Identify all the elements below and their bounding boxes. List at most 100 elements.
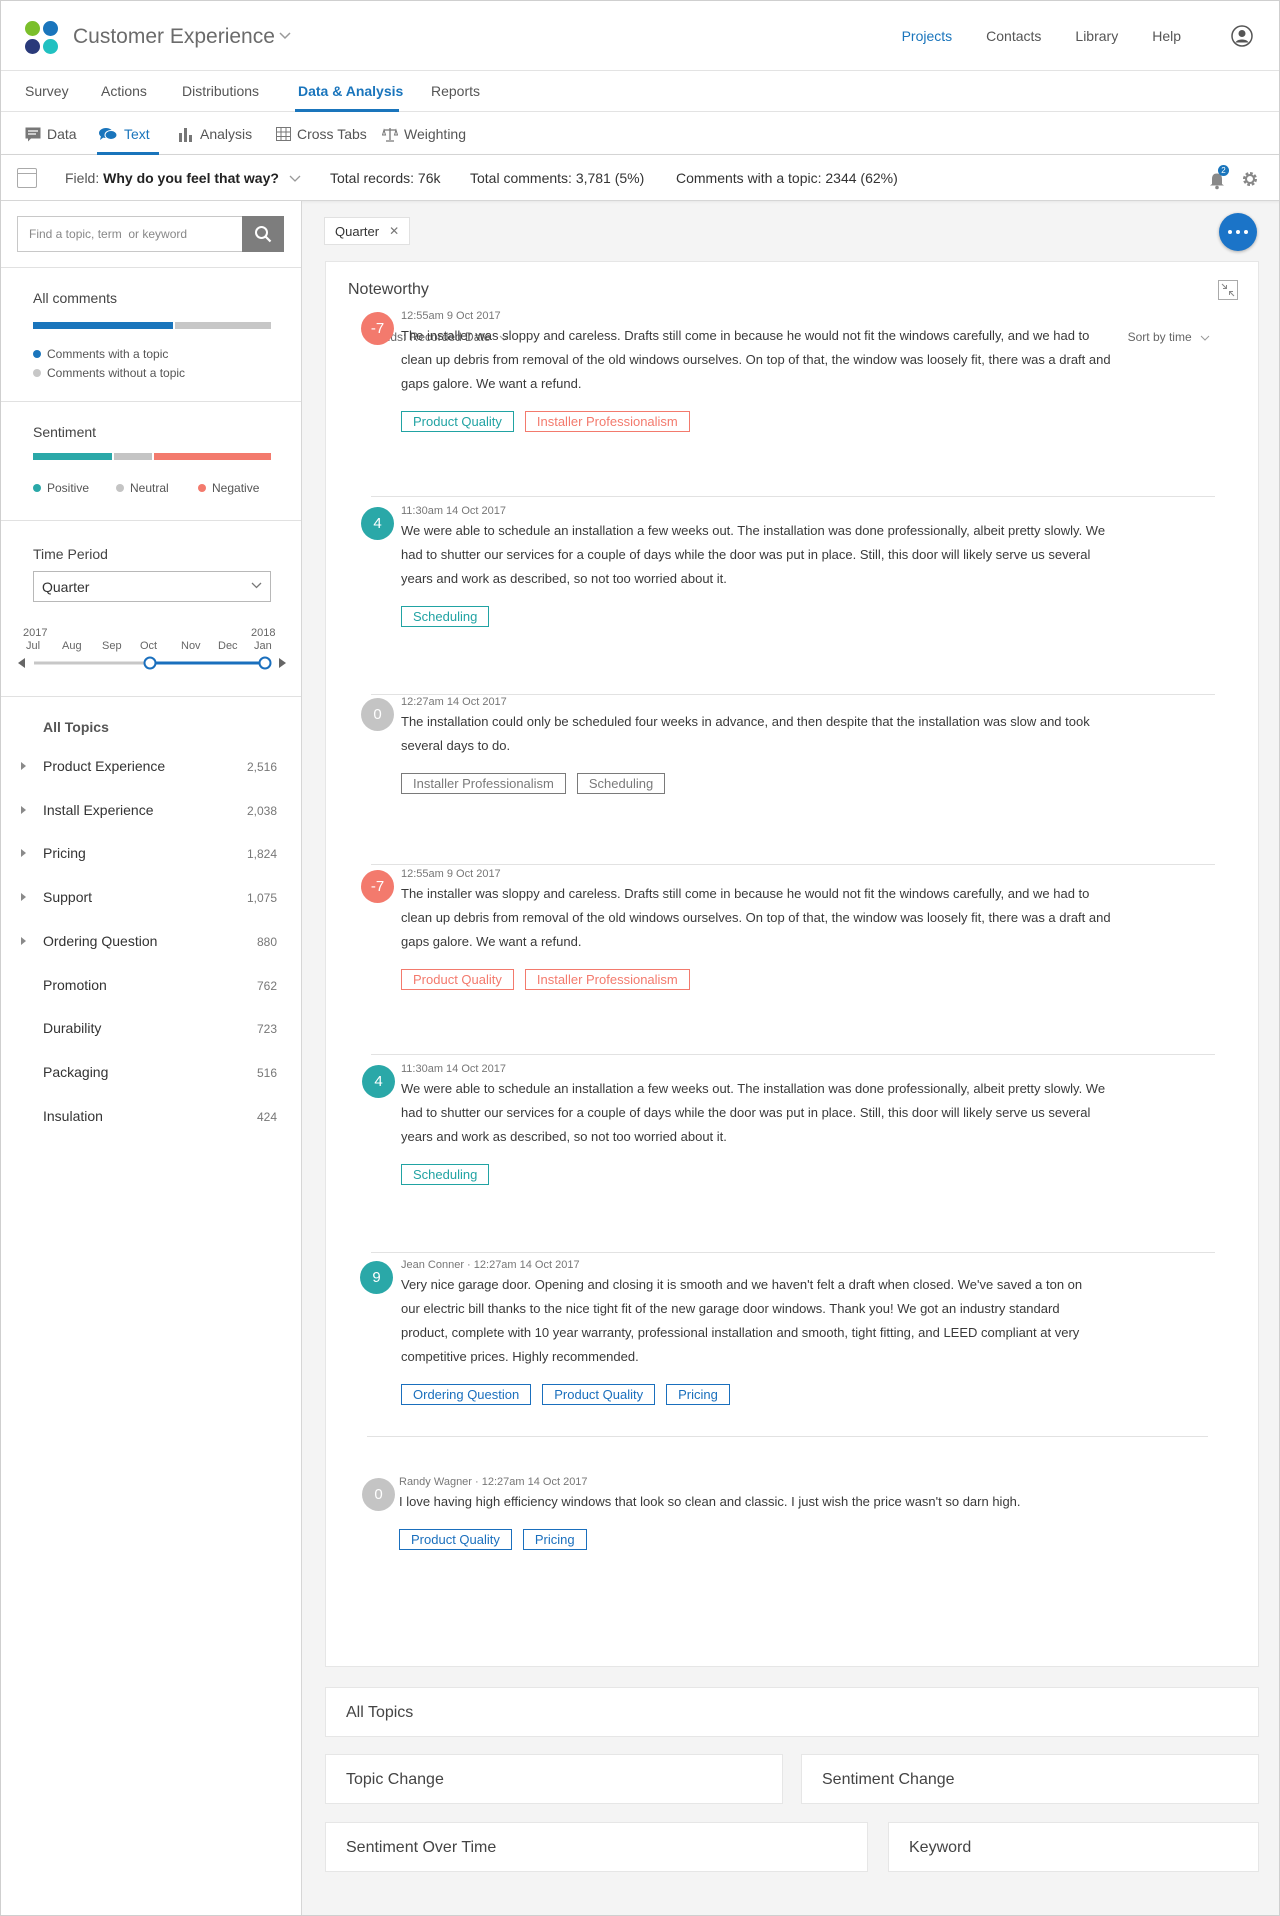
noteworthy-title: Noteworthy: [348, 281, 429, 298]
comment-divider: [371, 496, 1215, 497]
panel-toggle-icon[interactable]: [17, 168, 37, 188]
subtab-cross-tabs[interactable]: Cross Tabs: [276, 126, 367, 142]
topic-tag[interactable]: Scheduling: [401, 606, 490, 627]
nav-help[interactable]: Help: [1152, 28, 1181, 44]
sentiment-change-panel[interactable]: Sentiment Change: [801, 1754, 1259, 1804]
expand-arrow-icon[interactable]: [21, 936, 26, 945]
slider-end-handle[interactable]: [258, 656, 272, 670]
month-tick: Sep: [102, 640, 122, 652]
topic-tag[interactable]: Product Quality: [399, 1529, 512, 1550]
expand-arrow-icon[interactable]: [21, 805, 26, 814]
project-title[interactable]: Customer Experience: [73, 25, 275, 49]
search-button[interactable]: [242, 216, 284, 252]
scale-icon: [382, 127, 398, 142]
chevron-down-icon[interactable]: [279, 32, 291, 40]
topic-item[interactable]: Pricing 1,824: [1, 845, 301, 865]
topic-tag[interactable]: Installer Professionalism: [401, 773, 566, 794]
comment-text-line: had to shutter our services for a couple…: [401, 547, 1091, 562]
sentiment-title: Sentiment: [33, 424, 97, 440]
time-period-select[interactable]: Quarter: [33, 571, 271, 602]
comment-text: The installer was sloppy and careless. D…: [401, 882, 1201, 954]
sentiment-score-badge: -7: [361, 870, 394, 903]
topic-tags: Product Quality Pricing: [399, 1529, 587, 1550]
top-bar: Customer Experience Projects Contacts Li…: [1, 1, 1279, 71]
topic-tag[interactable]: Scheduling: [576, 773, 666, 794]
topic-tag[interactable]: Pricing: [522, 1529, 587, 1550]
close-icon[interactable]: ✕: [389, 224, 399, 238]
filter-chip[interactable]: Quarter ✕: [324, 217, 411, 245]
topic-tag[interactable]: Installer Professionalism: [524, 969, 690, 990]
slider-left-arrow-icon[interactable]: [18, 658, 25, 668]
search-input[interactable]: [18, 217, 243, 251]
topic-item[interactable]: Support 1,075: [1, 889, 301, 909]
app-logo-icon[interactable]: [25, 21, 59, 55]
expand-arrow-icon[interactable]: [21, 893, 26, 902]
more-options-button[interactable]: [1219, 213, 1257, 251]
topic-item[interactable]: Insulation 424: [1, 1108, 301, 1128]
topic-tag[interactable]: Product Quality: [401, 411, 514, 432]
subtab-analysis-label: Analysis: [200, 126, 253, 142]
topic-item[interactable]: Product Experience 2,516: [1, 758, 301, 778]
app-frame: Customer Experience Projects Contacts Li…: [0, 0, 1280, 1916]
subtab-text[interactable]: Text: [98, 126, 150, 142]
total-comments: Total comments: 3,781 (5%): [470, 170, 645, 186]
keyword-panel[interactable]: Keyword: [888, 1822, 1259, 1872]
comment-text-line: We were able to schedule an installation…: [401, 523, 1106, 538]
comment-text-line: Very nice garage door. Opening and closi…: [401, 1277, 1083, 1292]
subtab-data-label: Data: [47, 126, 77, 142]
tab-survey[interactable]: Survey: [25, 83, 69, 99]
nav-library[interactable]: Library: [1075, 28, 1118, 44]
all-topics-panel[interactable]: All Topics: [325, 1687, 1259, 1737]
top-navigation: Projects Contacts Library Help: [902, 28, 1181, 44]
comment-meta: Jean Conner · 12:27am 14 Oct 2017: [401, 1259, 580, 1271]
gear-icon[interactable]: [1241, 170, 1259, 188]
topic-tag[interactable]: Installer Professionalism: [524, 411, 690, 432]
collapse-icon[interactable]: [1218, 280, 1238, 300]
topic-item[interactable]: Packaging 516: [1, 1064, 301, 1084]
more-dot: [1236, 230, 1240, 234]
tab-actions[interactable]: Actions: [101, 83, 147, 99]
tab-distributions[interactable]: Distributions: [182, 83, 259, 99]
comment-text-line: gaps galore. We want a refund.: [401, 934, 582, 949]
topic-tag[interactable]: Pricing: [666, 1384, 730, 1405]
user-avatar-icon[interactable]: [1231, 25, 1253, 47]
slider-start-handle[interactable]: [143, 656, 157, 670]
expand-arrow-icon[interactable]: [21, 762, 26, 770]
topic-tag[interactable]: Ordering Question: [401, 1384, 532, 1405]
slider-right-arrow-icon[interactable]: [279, 658, 286, 668]
sub-tabs: Data Text Analysis Cross Tabs Weighting: [1, 112, 1279, 155]
subtab-analysis[interactable]: Analysis: [178, 126, 252, 142]
nav-projects[interactable]: Projects: [902, 28, 953, 44]
tab-reports[interactable]: Reports: [431, 83, 480, 99]
field-selector[interactable]: Field: Why do you feel that way?: [65, 170, 301, 186]
topic-change-panel[interactable]: Topic Change: [325, 1754, 783, 1804]
comment-divider: [371, 1054, 1215, 1055]
expand-arrow-icon[interactable]: [21, 849, 26, 858]
topic-count: 2,516: [246, 760, 277, 774]
subtab-weighting[interactable]: Weighting: [382, 126, 466, 142]
nav-contacts[interactable]: Contacts: [986, 28, 1041, 44]
topic-tags: Ordering Question Product Quality Pricing: [401, 1384, 730, 1405]
topic-tags: Product Quality Installer Professionalism: [401, 411, 690, 432]
topic-item[interactable]: Install Experience 2,038: [1, 802, 301, 822]
time-slider[interactable]: [17, 653, 287, 673]
topic-item[interactable]: Promotion 762: [1, 977, 301, 997]
comment-text-line: I love having high efficiency windows th…: [399, 1494, 1021, 1509]
topic-item[interactable]: Ordering Question 880: [1, 933, 301, 953]
topic-tag[interactable]: Product Quality: [401, 969, 514, 990]
comment-text-line: product, complete with 10 year warranty,…: [401, 1325, 1080, 1340]
topic-tag[interactable]: Product Quality: [542, 1384, 656, 1405]
meta-separator: ·: [471, 1476, 482, 1488]
notifications-button[interactable]: 2: [1209, 165, 1229, 190]
topic-tag[interactable]: Scheduling: [401, 1164, 490, 1185]
topic-tags: Scheduling: [401, 606, 490, 627]
topic-item[interactable]: Durability 723: [1, 1020, 301, 1040]
filter-chip-label: Quarter: [335, 223, 380, 239]
tab-data-analysis[interactable]: Data & Analysis: [298, 83, 403, 99]
sentiment-over-time-panel[interactable]: Sentiment Over Time: [325, 1822, 868, 1872]
sentiment-score-badge: 4: [362, 1065, 395, 1098]
comment-meta: 12:55am 9 Oct 2017: [401, 310, 501, 322]
comment-text-line: our electric bill thanks to the nice tig…: [401, 1301, 1060, 1316]
legend-dot: [198, 484, 206, 492]
subtab-data[interactable]: Data: [25, 126, 77, 142]
